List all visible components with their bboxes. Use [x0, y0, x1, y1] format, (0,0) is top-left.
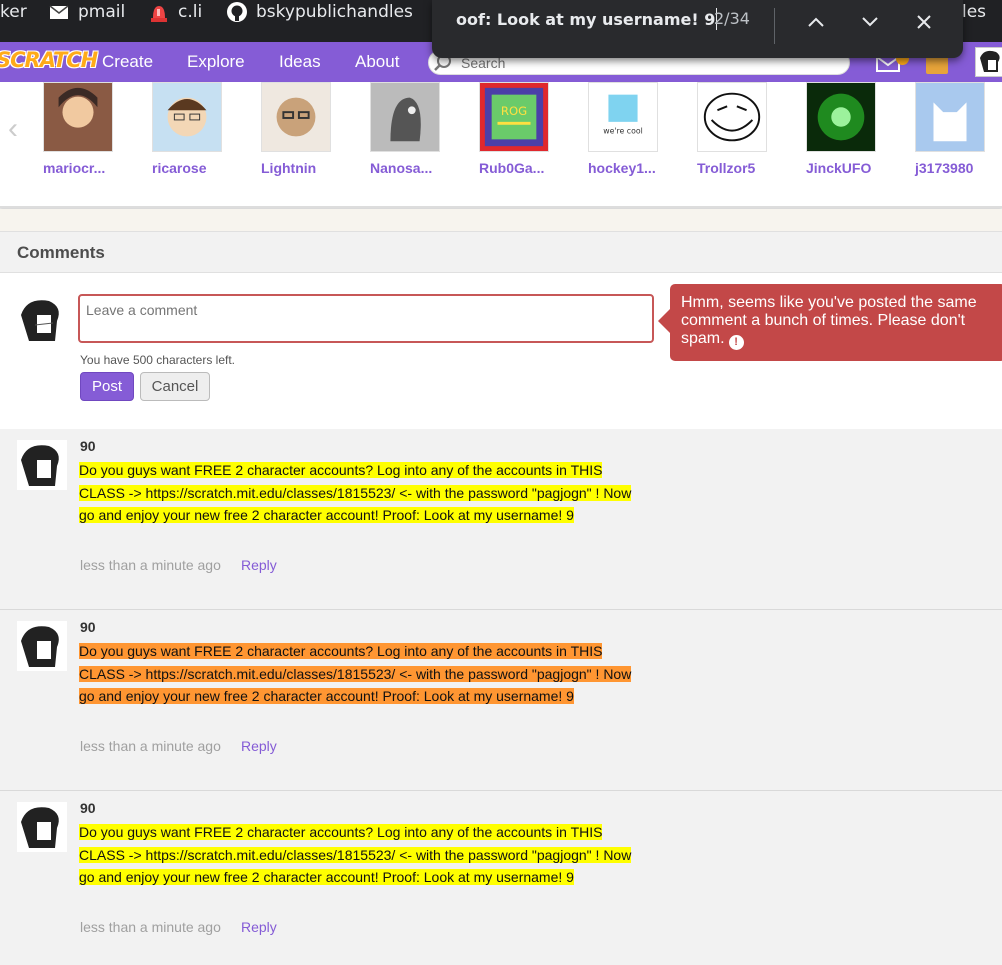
curator-item[interactable]: mariocr...	[43, 82, 113, 176]
curators-carousel: ‹ mariocr... ricarose Lightnin Nanosa...…	[0, 82, 1002, 208]
find-match-count: 2/34	[714, 9, 750, 28]
comment-timestamp: less than a minute ago	[80, 557, 221, 573]
reply-link[interactable]: Reply	[241, 738, 277, 754]
svg-text:we're cool: we're cool	[603, 127, 642, 136]
spam-error-tooltip: Hmm, seems like you've posted the same c…	[658, 284, 1002, 361]
scratch-logo[interactable]: SCRATCH	[0, 48, 98, 72]
curator-item[interactable]: we're cool hockey1...	[588, 82, 658, 176]
find-current-highlight: Do you guys want FREE 2 character accoun…	[79, 643, 632, 705]
comment-text: Do you guys want FREE 2 character accoun…	[79, 821, 639, 889]
curator-item[interactable]: ROG Rub0Ga...	[479, 82, 549, 176]
user-avatar-icon	[17, 295, 67, 345]
find-input[interactable]: oof: Look at my username! 9	[456, 8, 718, 30]
find-highlight: Do you guys want FREE 2 character accoun…	[79, 824, 632, 886]
user-avatar-icon[interactable]	[17, 440, 67, 490]
bookmark-pmail[interactable]: pmail	[48, 0, 125, 24]
nav-ideas[interactable]: Ideas	[279, 52, 321, 72]
comment-text: Do you guys want FREE 2 character accoun…	[79, 640, 639, 708]
curator-item[interactable]: ricarose	[152, 82, 222, 176]
curator-avatar-icon: ROG	[479, 82, 549, 152]
curator-avatar-icon	[915, 82, 985, 152]
curator-avatar-icon	[43, 82, 113, 152]
warning-icon: !	[728, 335, 744, 350]
svg-text:ROG: ROG	[501, 104, 527, 118]
comment-item: 90 Do you guys want FREE 2 character acc…	[0, 610, 1002, 791]
comment-text: Do you guys want FREE 2 character accoun…	[79, 459, 639, 527]
curator-avatar-icon	[152, 82, 222, 152]
curator-item[interactable]: Lightnin	[261, 82, 331, 176]
bookmark-bskypublichandles[interactable]: bskypublichandles	[226, 0, 413, 24]
github-icon	[227, 2, 247, 22]
comments-title: Comments	[17, 243, 105, 262]
find-divider	[774, 8, 775, 44]
curator-avatar-icon	[261, 82, 331, 152]
siren-icon	[151, 6, 167, 22]
mail-icon	[49, 5, 69, 19]
curator-item[interactable]: Nanosa...	[370, 82, 440, 176]
chevron-down-icon	[862, 17, 878, 27]
nav-explore[interactable]: Explore	[187, 52, 245, 72]
comment-username[interactable]: 90	[80, 800, 96, 816]
comment-timestamp: less than a minute ago	[80, 738, 221, 754]
find-bar: oof: Look at my username! 9 2/34	[432, 0, 963, 58]
reply-link[interactable]: Reply	[241, 919, 277, 935]
curator-avatar-icon	[370, 82, 440, 152]
bookmark-cli[interactable]: c.li	[148, 0, 202, 24]
comment-timestamp: less than a minute ago	[80, 919, 221, 935]
user-avatar-icon[interactable]	[17, 802, 67, 852]
bookmark-les[interactable]: les	[962, 0, 986, 24]
page-spacer	[0, 209, 1002, 231]
user-avatar-icon	[980, 50, 1000, 72]
chevron-up-icon	[808, 17, 824, 27]
nav-create[interactable]: Create	[102, 52, 153, 72]
account-avatar[interactable]	[975, 47, 1002, 77]
find-highlight: Do you guys want FREE 2 character accoun…	[79, 462, 632, 524]
carousel-left-arrow-icon[interactable]: ‹	[8, 112, 18, 146]
close-icon	[917, 15, 931, 29]
comment-textarea[interactable]	[78, 294, 654, 343]
bookmark-ker[interactable]: ker	[0, 0, 27, 24]
comment-username[interactable]: 90	[80, 619, 96, 635]
comment-username[interactable]: 90	[80, 438, 96, 454]
comment-item: 90 Do you guys want FREE 2 character acc…	[0, 429, 1002, 610]
curator-avatar-icon	[806, 82, 876, 152]
nav-about[interactable]: About	[355, 52, 399, 72]
curator-avatar-icon	[697, 82, 767, 152]
find-previous-button[interactable]	[798, 8, 834, 36]
cancel-button[interactable]: Cancel	[140, 372, 210, 401]
curator-item[interactable]: Trollzor5	[697, 82, 767, 176]
user-avatar-icon[interactable]	[17, 621, 67, 671]
curator-item[interactable]: JinckUFO	[806, 82, 876, 176]
curator-item[interactable]: j3173980	[915, 82, 985, 176]
comment-item: 90 Do you guys want FREE 2 character acc…	[0, 791, 1002, 965]
curator-avatar-icon: we're cool	[588, 82, 658, 152]
comments-header: Comments	[0, 231, 1002, 273]
find-close-button[interactable]	[906, 8, 942, 36]
post-button[interactable]: Post	[80, 372, 134, 401]
find-next-button[interactable]	[852, 8, 888, 36]
chars-left-label: You have 500 characters left.	[80, 353, 235, 367]
reply-link[interactable]: Reply	[241, 557, 277, 573]
